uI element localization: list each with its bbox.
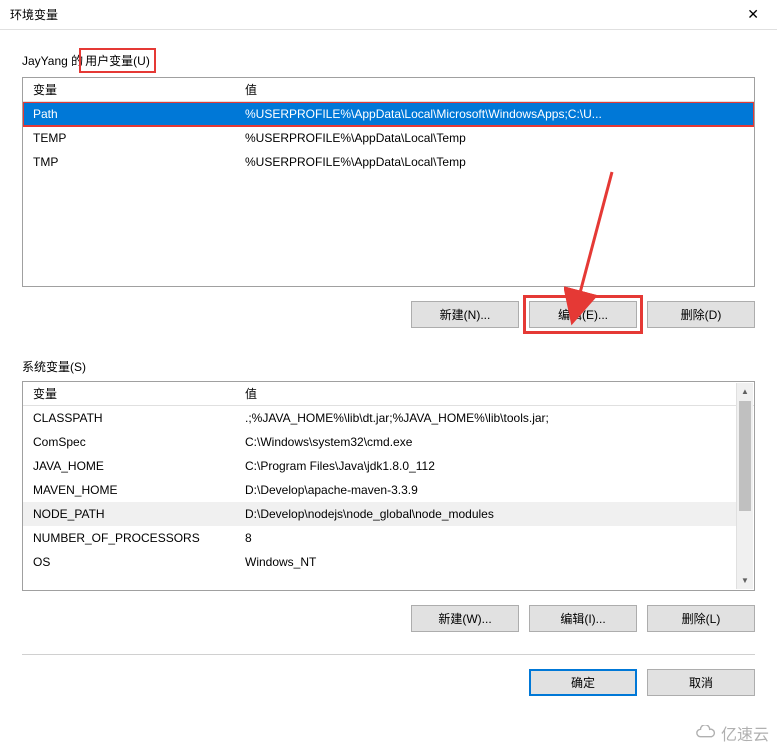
list-item[interactable]: CLASSPATH .;%JAVA_HOME%\lib\dt.jar;%JAVA…	[23, 406, 737, 430]
titlebar: 环境变量 ✕	[0, 0, 777, 30]
col-header-value[interactable]: 值	[239, 385, 754, 402]
var-name: NODE_PATH	[23, 507, 239, 521]
user-label-boxed: 用户变量(U)	[79, 48, 156, 73]
var-value: D:\Develop\apache-maven-3.3.9	[239, 483, 737, 497]
scroll-thumb[interactable]	[739, 401, 751, 511]
list-item[interactable]: Path %USERPROFILE%\AppData\Local\Microso…	[23, 102, 754, 126]
var-value: %USERPROFILE%\AppData\Local\Temp	[239, 155, 754, 169]
close-icon[interactable]: ✕	[739, 2, 767, 27]
dialog-title: 环境变量	[10, 6, 58, 23]
new-user-var-button[interactable]: 新建(N)...	[411, 301, 519, 328]
new-system-var-button[interactable]: 新建(W)...	[411, 605, 519, 632]
var-value: C:\Windows\system32\cmd.exe	[239, 435, 737, 449]
list-item[interactable]: NUMBER_OF_PROCESSORS 8	[23, 526, 737, 550]
user-label-prefix: JayYang 的	[22, 54, 83, 68]
cloud-icon	[695, 725, 717, 741]
var-value: %USERPROFILE%\AppData\Local\Microsoft\Wi…	[239, 107, 754, 121]
system-vars-label: 系统变量(S)	[22, 358, 755, 375]
cancel-button[interactable]: 取消	[647, 669, 755, 696]
col-header-value[interactable]: 值	[239, 81, 754, 98]
delete-user-var-button[interactable]: 删除(D)	[647, 301, 755, 328]
dialog-buttons-row: 确定 取消	[22, 669, 755, 696]
var-name: OS	[23, 555, 239, 569]
var-value: D:\Develop\nodejs\node_global\node_modul…	[239, 507, 737, 521]
var-value: 8	[239, 531, 737, 545]
user-vars-label: JayYang 的用户变量(U)	[22, 50, 755, 71]
system-buttons-row: 新建(W)... 编辑(I)... 删除(L)	[22, 605, 755, 632]
scrollbar[interactable]: ▲ ▼	[736, 383, 753, 589]
system-vars-list[interactable]: 变量 值 CLASSPATH .;%JAVA_HOME%\lib\dt.jar;…	[22, 381, 755, 591]
edit-system-var-button[interactable]: 编辑(I)...	[529, 605, 637, 632]
user-buttons-row: 新建(N)... 编辑(E)... 删除(D)	[22, 301, 755, 328]
var-value: C:\Program Files\Java\jdk1.8.0_112	[239, 459, 737, 473]
list-item[interactable]: TMP %USERPROFILE%\AppData\Local\Temp	[23, 150, 754, 174]
var-name: ComSpec	[23, 435, 239, 449]
user-list-header: 变量 值	[23, 78, 754, 102]
var-name: NUMBER_OF_PROCESSORS	[23, 531, 239, 545]
list-item[interactable]: TEMP %USERPROFILE%\AppData\Local\Temp	[23, 126, 754, 150]
watermark-text: 亿速云	[721, 721, 769, 745]
delete-system-var-button[interactable]: 删除(L)	[647, 605, 755, 632]
list-item[interactable]: NODE_PATH D:\Develop\nodejs\node_global\…	[23, 502, 737, 526]
list-item[interactable]: JAVA_HOME C:\Program Files\Java\jdk1.8.0…	[23, 454, 737, 478]
system-list-body: CLASSPATH .;%JAVA_HOME%\lib\dt.jar;%JAVA…	[23, 406, 754, 590]
var-value: .;%JAVA_HOME%\lib\dt.jar;%JAVA_HOME%\lib…	[239, 411, 737, 425]
watermark: 亿速云	[695, 721, 769, 745]
var-name: TEMP	[23, 131, 239, 145]
user-vars-list[interactable]: 变量 值 Path %USERPROFILE%\AppData\Local\Mi…	[22, 77, 755, 287]
col-header-variable[interactable]: 变量	[23, 81, 239, 98]
user-list-body: Path %USERPROFILE%\AppData\Local\Microso…	[23, 102, 754, 286]
var-value: Windows_NT	[239, 555, 737, 569]
ok-button[interactable]: 确定	[529, 669, 637, 696]
list-item[interactable]: ComSpec C:\Windows\system32\cmd.exe	[23, 430, 737, 454]
scroll-up-icon[interactable]: ▲	[737, 383, 753, 400]
list-item[interactable]: MAVEN_HOME D:\Develop\apache-maven-3.3.9	[23, 478, 737, 502]
var-name: TMP	[23, 155, 239, 169]
var-name: MAVEN_HOME	[23, 483, 239, 497]
var-name: Path	[23, 107, 239, 121]
scroll-down-icon[interactable]: ▼	[737, 572, 753, 589]
list-item[interactable]: OS Windows_NT	[23, 550, 737, 574]
var-value: %USERPROFILE%\AppData\Local\Temp	[239, 131, 754, 145]
col-header-variable[interactable]: 变量	[23, 385, 239, 402]
dialog-content: JayYang 的用户变量(U) 变量 值 Path %USERPROFILE%…	[0, 30, 777, 706]
separator	[22, 654, 755, 655]
var-name: JAVA_HOME	[23, 459, 239, 473]
var-name: CLASSPATH	[23, 411, 239, 425]
system-list-header: 变量 值	[23, 382, 754, 406]
edit-user-var-button[interactable]: 编辑(E)...	[529, 301, 637, 328]
